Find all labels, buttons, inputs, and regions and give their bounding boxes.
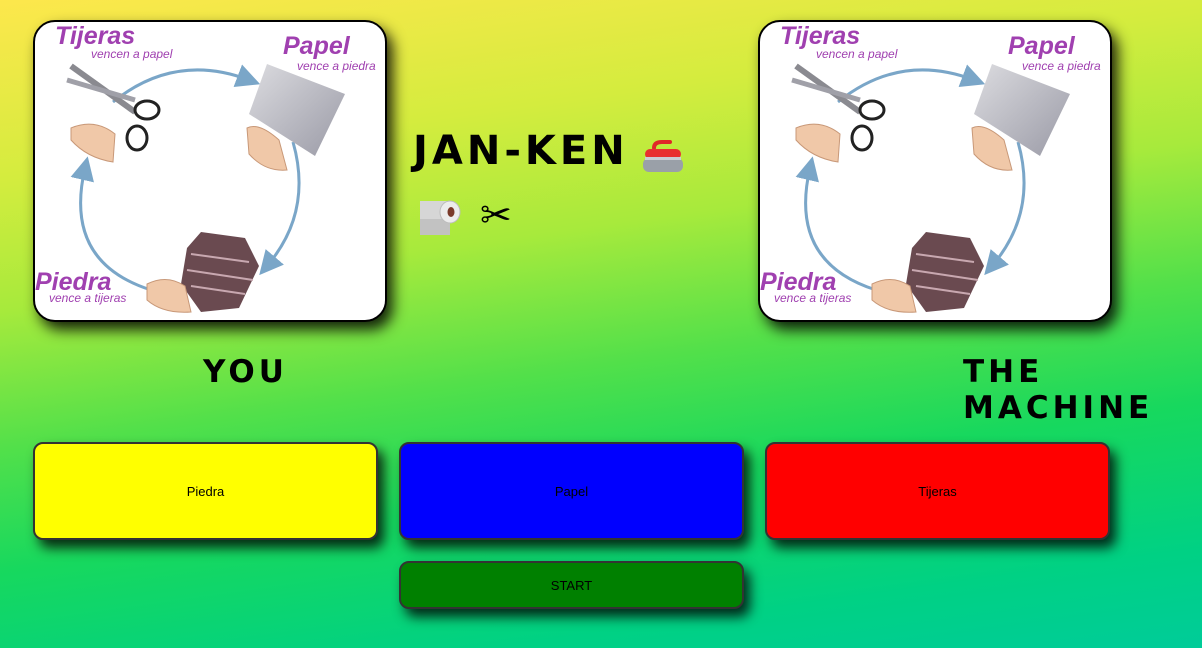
- tijeras-sublabel: vencen a papel: [91, 47, 173, 61]
- rock-image: [146, 232, 259, 313]
- scissors-icon: ✂: [480, 193, 512, 237]
- tijeras-sublabel: vencen a papel: [816, 47, 898, 61]
- curling-stone-icon: [643, 140, 683, 172]
- rock-image: [871, 232, 984, 313]
- tijeras-label: Tijeras: [780, 22, 860, 50]
- toilet-paper-icon: [420, 200, 461, 235]
- start-button[interactable]: START: [399, 561, 744, 609]
- papel-button[interactable]: Papel: [399, 442, 744, 540]
- papel-label: Papel: [1008, 32, 1076, 60]
- player-machine-label: THE MACHINE: [963, 354, 1154, 426]
- player-diagram-card: Tijeras vencen a papel Papel vence a pie…: [33, 20, 387, 322]
- piedra-button[interactable]: Piedra: [33, 442, 378, 540]
- rps-cycle-diagram: Tijeras vencen a papel Papel vence a pie…: [35, 22, 376, 313]
- papel-label: Papel: [283, 32, 351, 60]
- papel-sublabel: vence a piedra: [297, 59, 376, 73]
- player-you-label: YOU: [203, 354, 288, 390]
- tijeras-button[interactable]: Tijeras: [765, 442, 1110, 540]
- papel-sublabel: vence a piedra: [1022, 59, 1101, 73]
- tijeras-label: Tijeras: [55, 22, 135, 50]
- game-title: JAN-KEN: [413, 128, 629, 174]
- piedra-sublabel: vence a tijeras: [774, 291, 851, 305]
- rps-cycle-diagram: Tijeras vencen a papel Papel vence a pie…: [760, 22, 1101, 313]
- piedra-sublabel: vence a tijeras: [49, 291, 126, 305]
- machine-diagram-card: Tijeras vencen a papel Papel vence a pie…: [758, 20, 1112, 322]
